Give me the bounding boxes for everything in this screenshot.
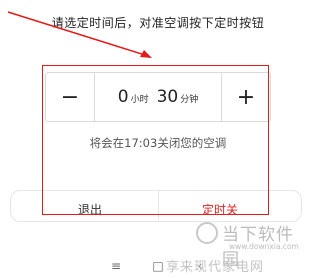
hours-value: 0 [117, 87, 129, 107]
menu-icon[interactable]: ≡ [108, 259, 124, 273]
time-display: 0 小时 30 分钟 [95, 73, 221, 121]
back-icon[interactable]: ‹ [192, 259, 208, 273]
hours-unit: 小时 [130, 95, 149, 105]
decrease-time-button[interactable]: − [46, 73, 95, 121]
exit-button[interactable]: 退出 [40, 201, 140, 218]
timer-off-button[interactable]: 定时关 [170, 201, 270, 218]
timer-selector: − 0 小时 30 分钟 + [45, 72, 271, 122]
home-icon[interactable]: □ [150, 259, 166, 273]
increase-time-button[interactable]: + [221, 73, 270, 121]
minutes-unit: 分钟 [180, 95, 199, 105]
shutdown-note: 将会在17:03关闭您的空调 [89, 136, 227, 150]
footer-divider [158, 190, 159, 220]
system-navbar: ≡ □ ‹ [0, 254, 316, 278]
minutes-value: 30 [156, 87, 179, 107]
